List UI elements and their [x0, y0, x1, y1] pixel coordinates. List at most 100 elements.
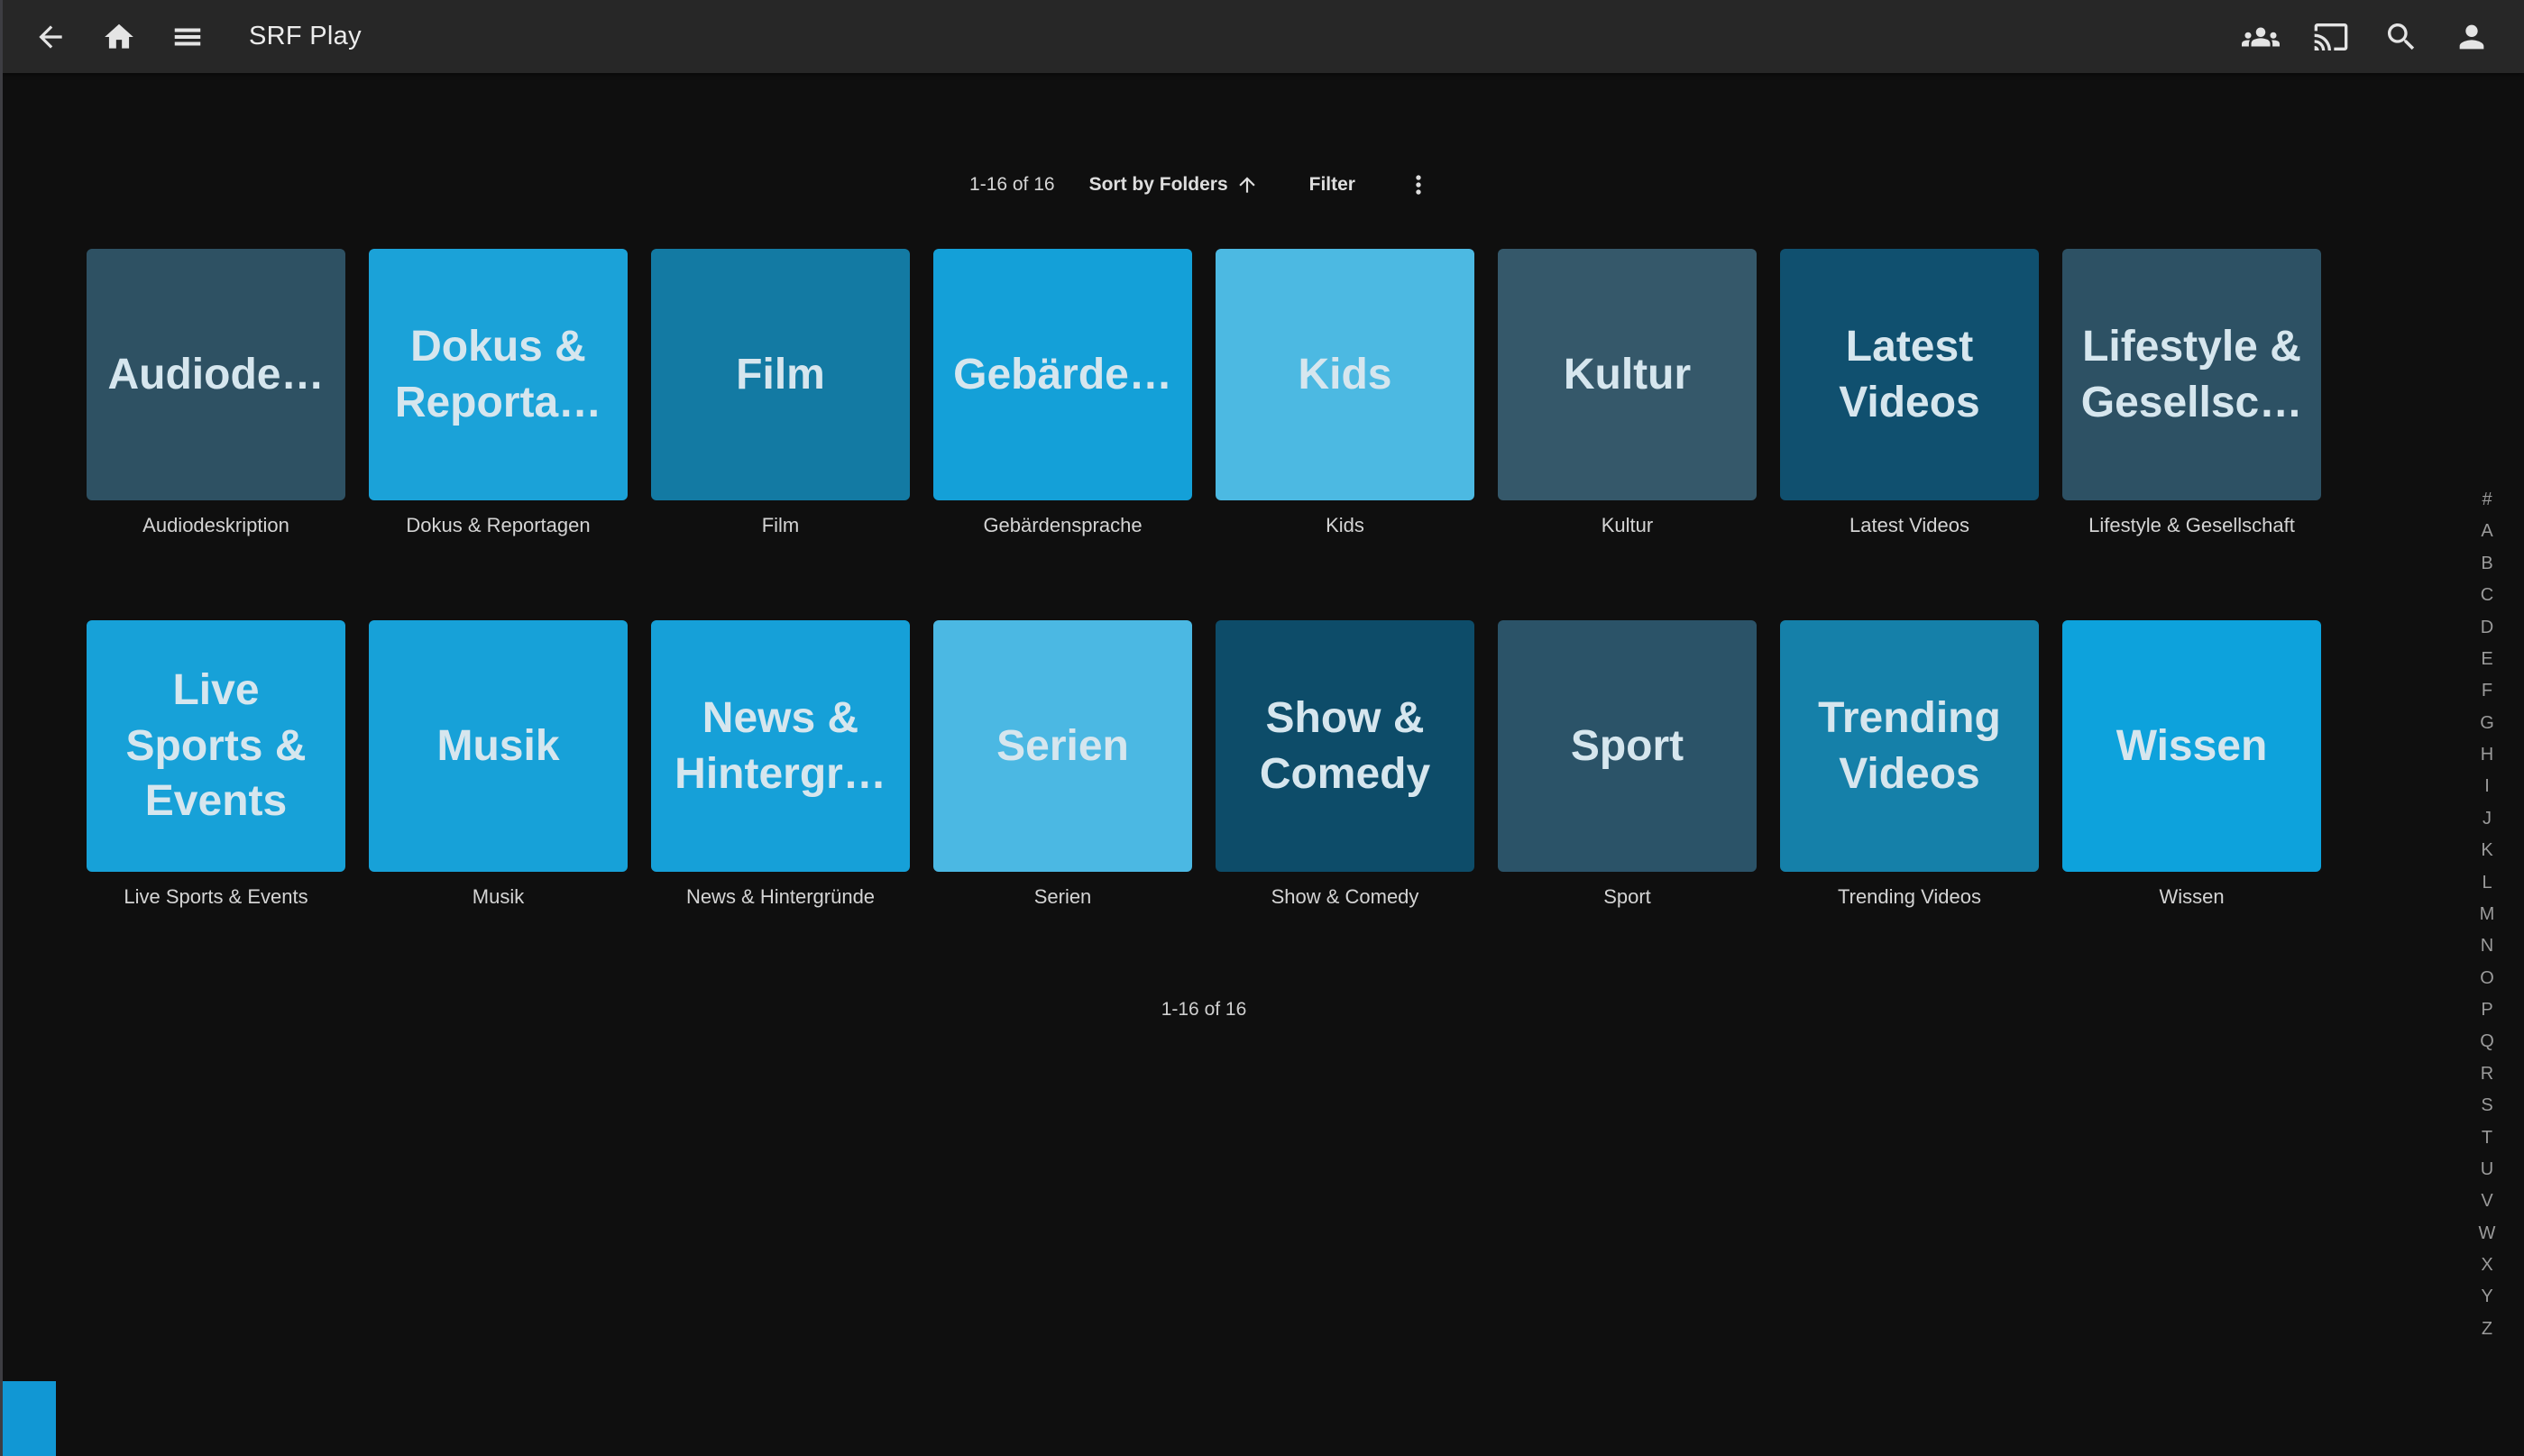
- home-icon: [102, 20, 136, 54]
- menu-icon: [170, 20, 205, 54]
- cast-icon: [2313, 19, 2349, 55]
- folder-card-serien[interactable]: Serien Serien: [933, 620, 1192, 911]
- library-toolbar: 1-16 of 16 Sort by Folders Filter: [87, 162, 2321, 207]
- alpha-letter[interactable]: Z: [2482, 1320, 2492, 1338]
- alpha-letter[interactable]: H: [2481, 746, 2493, 764]
- alpha-letter[interactable]: P: [2481, 1001, 2492, 1019]
- folder-tile: Serien: [933, 620, 1192, 872]
- group-icon: [2242, 18, 2280, 56]
- folder-card-kultur[interactable]: Kultur Kultur: [1498, 249, 1757, 539]
- page-title: SRF Play: [249, 22, 362, 51]
- folder-card-news-hintergruende[interactable]: News & Hintergr… News & Hintergründe: [651, 620, 910, 911]
- tile-text: Gebärde…: [953, 347, 1172, 402]
- folder-card-gebaerdensprache[interactable]: Gebärde… Gebärdensprache: [933, 249, 1192, 539]
- footer-item-count: 1-16 of 16: [87, 999, 2321, 1021]
- card-label: Serien: [933, 884, 1192, 911]
- folder-card-wissen[interactable]: Wissen Wissen: [2062, 620, 2321, 911]
- app-bar-actions: [2241, 17, 2492, 57]
- tile-text: Audiode…: [108, 347, 325, 402]
- folder-tile: Wissen: [2062, 620, 2321, 872]
- alpha-letter[interactable]: T: [2482, 1129, 2492, 1147]
- tile-text: Kultur: [1564, 347, 1691, 402]
- folder-tile: News & Hintergr…: [651, 620, 910, 872]
- card-label: Film: [651, 512, 910, 539]
- folder-card-film[interactable]: Film Film: [651, 249, 910, 539]
- menu-button[interactable]: [168, 17, 207, 57]
- folder-tile: Gebärde…: [933, 249, 1192, 500]
- tile-text: Wissen: [2116, 719, 2268, 774]
- cast-button[interactable]: [2311, 17, 2351, 57]
- folder-card-dokus-reportagen[interactable]: Dokus & Reporta… Dokus & Reportagen: [369, 249, 628, 539]
- alpha-letter[interactable]: S: [2481, 1096, 2492, 1114]
- alpha-letter[interactable]: Q: [2480, 1032, 2494, 1050]
- alpha-letter[interactable]: W: [2479, 1224, 2496, 1242]
- alpha-letter[interactable]: I: [2484, 777, 2490, 795]
- alpha-letter[interactable]: F: [2482, 682, 2492, 700]
- card-label: Wissen: [2062, 884, 2321, 911]
- tile-text: Sport: [1571, 719, 1684, 774]
- library-grid: Audiode… Audiodeskription Dokus & Report…: [87, 249, 2321, 911]
- folder-tile: Show & Comedy: [1216, 620, 1474, 872]
- more-button[interactable]: [1399, 165, 1438, 205]
- card-label: Kultur: [1498, 512, 1757, 539]
- alpha-letter[interactable]: K: [2481, 841, 2492, 859]
- alpha-letter[interactable]: R: [2481, 1065, 2493, 1083]
- alpha-letter[interactable]: X: [2481, 1256, 2492, 1274]
- sort-button[interactable]: Sort by Folders: [1080, 168, 1268, 202]
- alpha-letter[interactable]: L: [2482, 874, 2492, 892]
- alpha-letter[interactable]: E: [2481, 650, 2492, 668]
- folder-card-show-comedy[interactable]: Show & Comedy Show & Comedy: [1216, 620, 1474, 911]
- alpha-letter[interactable]: A: [2481, 522, 2492, 540]
- folder-tile: Trending Videos: [1780, 620, 2039, 872]
- user-button[interactable]: [2452, 17, 2492, 57]
- folder-tile: Film: [651, 249, 910, 500]
- alpha-letter[interactable]: B: [2481, 554, 2492, 572]
- tile-text: Latest Videos: [1839, 319, 1980, 430]
- folder-card-audiodeskription[interactable]: Audiode… Audiodeskription: [87, 249, 345, 539]
- alpha-letter[interactable]: V: [2481, 1192, 2492, 1210]
- tile-text: Live Sports & Events: [125, 663, 306, 829]
- folder-card-live-sports-events[interactable]: Live Sports & Events Live Sports & Event…: [87, 620, 345, 911]
- back-button[interactable]: [31, 17, 70, 57]
- search-button[interactable]: [2382, 17, 2421, 57]
- alpha-letter[interactable]: U: [2481, 1160, 2493, 1178]
- filter-button[interactable]: Filter: [1300, 169, 1364, 201]
- alpha-letter[interactable]: #: [2482, 490, 2492, 508]
- arrow-back-icon: [33, 20, 68, 54]
- folder-tile: Musik: [369, 620, 628, 872]
- scrollbar-track[interactable]: [0, 0, 3, 1456]
- card-label: Latest Videos: [1780, 512, 2039, 539]
- syncplay-button[interactable]: [2241, 17, 2281, 57]
- card-label: Dokus & Reportagen: [369, 512, 628, 539]
- alpha-letter[interactable]: O: [2480, 969, 2494, 987]
- alpha-letter[interactable]: D: [2481, 618, 2493, 636]
- folder-card-lifestyle-gesellschaft[interactable]: Lifestyle & Gesellsc… Lifestyle & Gesell…: [2062, 249, 2321, 539]
- alpha-letter[interactable]: G: [2480, 714, 2494, 732]
- tile-text: Musik: [436, 719, 559, 774]
- folder-tile: Lifestyle & Gesellsc…: [2062, 249, 2321, 500]
- tile-text: News & Hintergr…: [675, 691, 886, 801]
- alpha-letter[interactable]: J: [2483, 810, 2492, 828]
- folder-tile: Kultur: [1498, 249, 1757, 500]
- alpha-picker: # ABCDEFGHIJKLMNOPQRSTUVWXYZ: [2469, 490, 2505, 1338]
- card-label: Live Sports & Events: [87, 884, 345, 911]
- alpha-letter[interactable]: M: [2480, 905, 2495, 923]
- folder-card-kids[interactable]: Kids Kids: [1216, 249, 1474, 539]
- filter-label: Filter: [1309, 174, 1355, 196]
- folder-card-sport[interactable]: Sport Sport: [1498, 620, 1757, 911]
- alpha-letter[interactable]: N: [2481, 937, 2493, 955]
- home-button[interactable]: [99, 17, 139, 57]
- sort-label: Sort by Folders: [1089, 174, 1228, 196]
- folder-tile: Sport: [1498, 620, 1757, 872]
- folder-card-trending-videos[interactable]: Trending Videos Trending Videos: [1780, 620, 2039, 911]
- tile-text: Kids: [1298, 347, 1391, 402]
- alpha-letter[interactable]: Y: [2481, 1287, 2492, 1305]
- item-count: 1-16 of 16: [969, 174, 1055, 196]
- alpha-letter[interactable]: C: [2481, 586, 2493, 604]
- folder-tile: Latest Videos: [1780, 249, 2039, 500]
- folder-card-musik[interactable]: Musik Musik: [369, 620, 628, 911]
- folder-tile: Audiode…: [87, 249, 345, 500]
- user-icon: [2454, 19, 2490, 55]
- tile-text: Trending Videos: [1818, 691, 2001, 801]
- folder-card-latest-videos[interactable]: Latest Videos Latest Videos: [1780, 249, 2039, 539]
